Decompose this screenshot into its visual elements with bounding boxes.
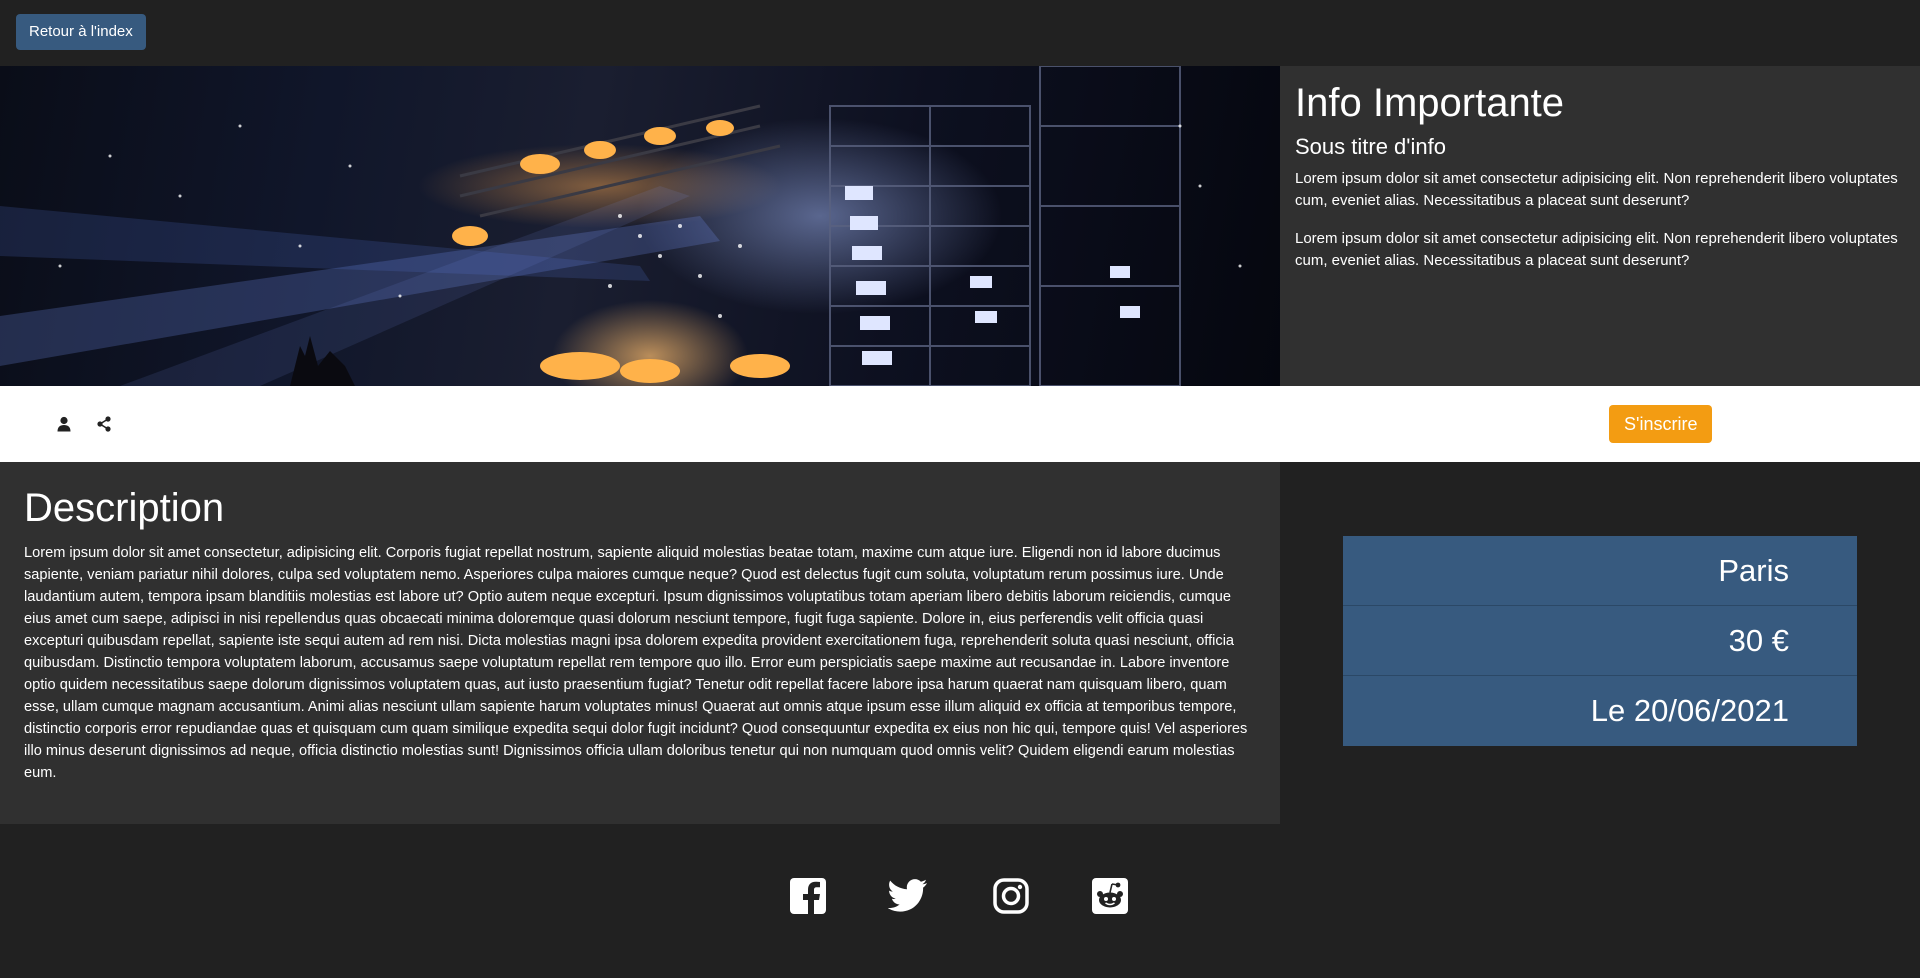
- hero-section: Info Importante Sous titre d'info Lorem …: [0, 66, 1920, 386]
- event-details: Paris 30 € Le 20/06/2021: [1343, 536, 1857, 746]
- event-date: Le 20/06/2021: [1590, 693, 1789, 728]
- description-panel: Description Lorem ipsum dolor sit amet c…: [0, 462, 1280, 824]
- description-title: Description: [24, 486, 225, 530]
- info-paragraph: Lorem ipsum dolor sit amet consectetur a…: [1295, 170, 1898, 210]
- signup-button[interactable]: S'inscrire: [1609, 405, 1713, 443]
- event-city: Paris: [1343, 536, 1857, 606]
- description-text: Lorem ipsum dolor sit amet consectetur, …: [24, 545, 1248, 781]
- concert-illustration: [0, 66, 1242, 386]
- event-price: 30 €: [1343, 606, 1857, 676]
- user-icon[interactable]: [54, 414, 74, 434]
- instagram-icon[interactable]: [991, 876, 1031, 916]
- footer: [0, 824, 1920, 978]
- facebook-icon[interactable]: [788, 876, 828, 916]
- info-paragraph: Lorem ipsum dolor sit amet consectetur a…: [1295, 230, 1898, 270]
- info-panel: Info Importante Sous titre d'info Lorem …: [1280, 66, 1920, 386]
- top-bar: Retour à l'index: [0, 0, 1920, 66]
- info-subtitle: Sous titre d'info: [1295, 134, 1446, 159]
- lower-section: Description Lorem ipsum dolor sit amet c…: [0, 462, 1920, 824]
- action-bar: S'inscrire: [0, 386, 1920, 462]
- twitter-icon[interactable]: [888, 876, 928, 916]
- info-title: Info Importante: [1295, 81, 1565, 125]
- reddit-icon[interactable]: [1090, 876, 1130, 916]
- hero-image: [0, 66, 1280, 386]
- details-column: Paris 30 € Le 20/06/2021: [1280, 462, 1920, 824]
- share-icon[interactable]: [94, 414, 114, 434]
- back-to-index-button[interactable]: Retour à l'index: [16, 14, 146, 50]
